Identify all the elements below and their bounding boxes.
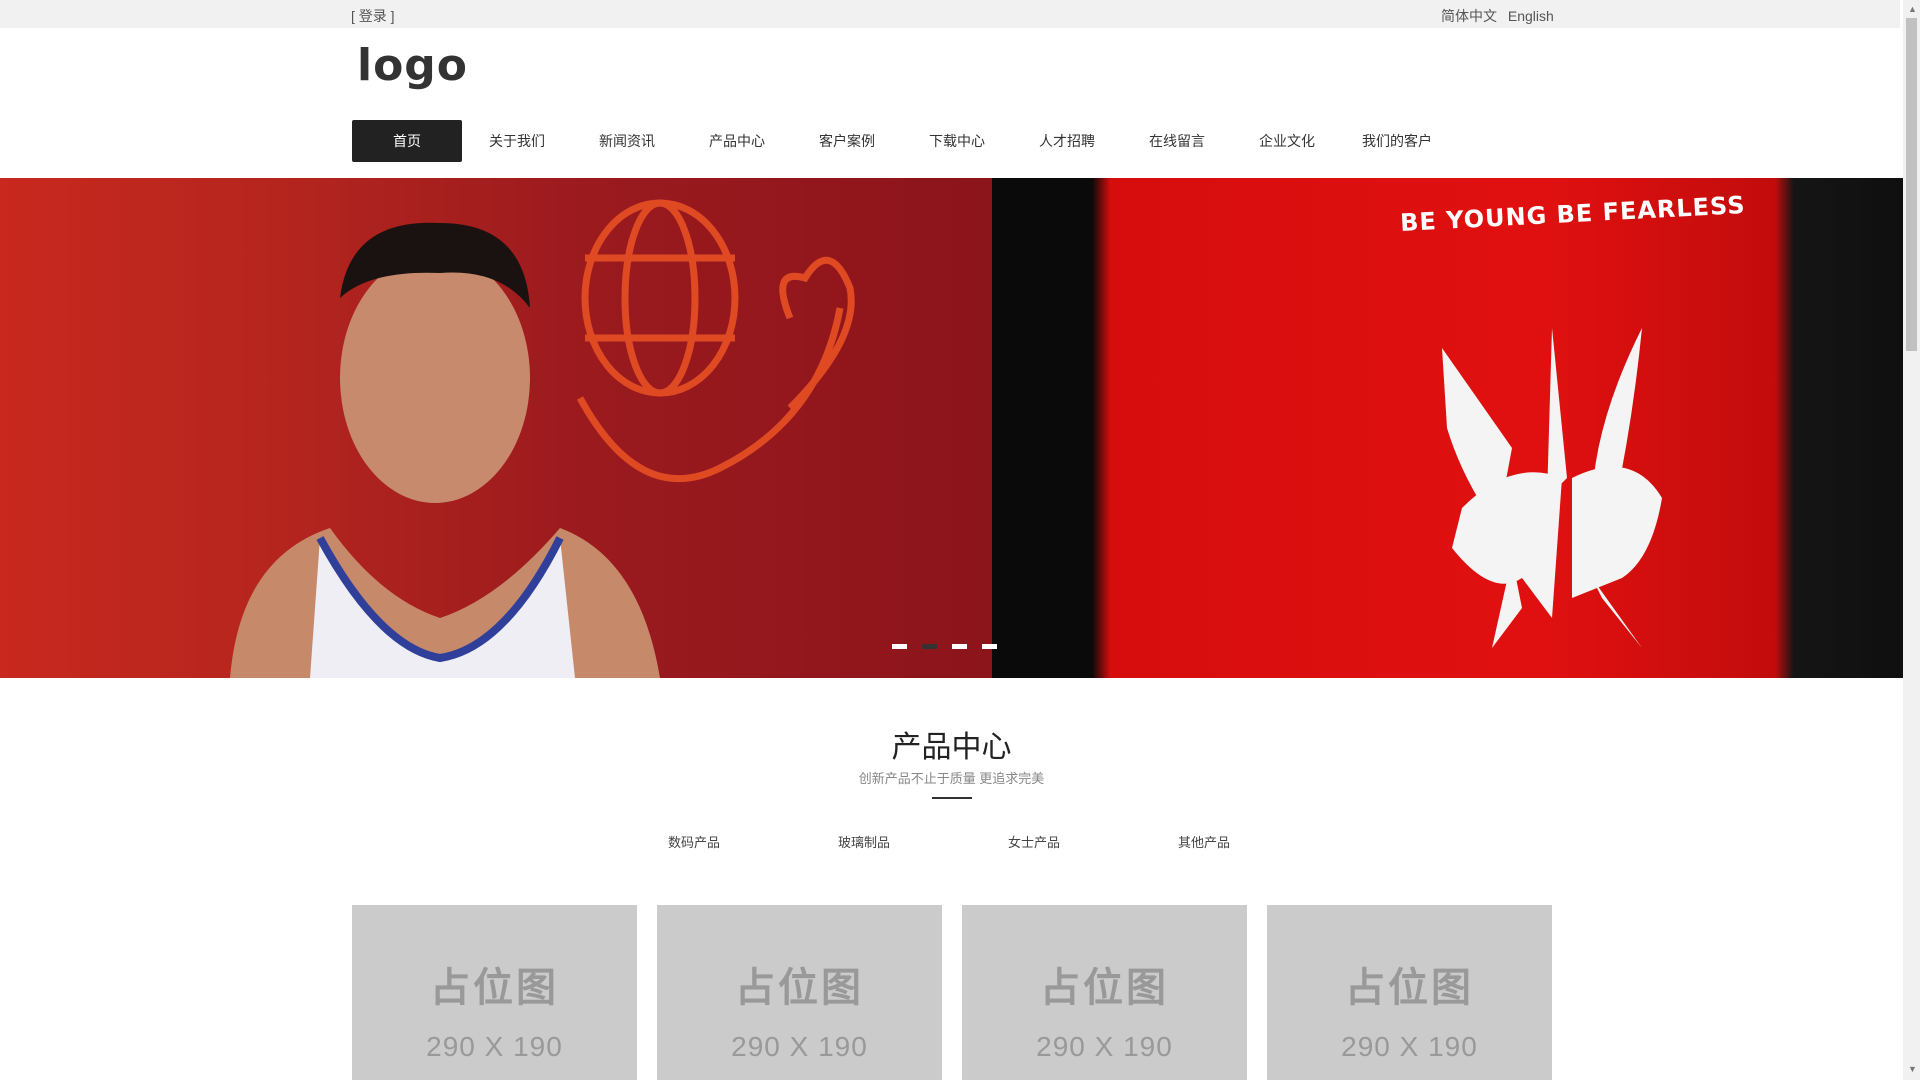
- scroll-up-arrow-icon[interactable]: ▲: [1908, 4, 1917, 14]
- placeholder-size: 290 X 190: [731, 1031, 868, 1062]
- product-card[interactable]: 占位图 290 X 190: [962, 905, 1247, 1080]
- banner-photo-right: [992, 178, 1903, 678]
- product-category-tabs: 数码产品 玻璃制品 女士产品 其他产品: [668, 832, 1348, 851]
- product-card[interactable]: 占位图 290 X 190: [352, 905, 637, 1080]
- placeholder-label: 占位图: [735, 966, 864, 1010]
- product-card[interactable]: 占位图 290 X 190: [657, 905, 942, 1080]
- nav-item-clients[interactable]: 我们的客户: [1342, 120, 1452, 162]
- nav-item-jobs[interactable]: 人才招聘: [1012, 120, 1122, 162]
- nav-item-products[interactable]: 产品中心: [682, 120, 792, 162]
- product-card[interactable]: 占位图 290 X 190: [1267, 905, 1552, 1080]
- login-link[interactable]: [ 登录 ]: [351, 6, 395, 26]
- nav-item-cases[interactable]: 客户案例: [792, 120, 902, 162]
- carousel-dot[interactable]: [892, 644, 907, 649]
- vertical-scrollbar[interactable]: ▲ ▼: [1903, 0, 1920, 1080]
- nav-item-downloads[interactable]: 下载中心: [902, 120, 1012, 162]
- section-title: 产品中心: [891, 731, 1012, 764]
- category-tab-women[interactable]: 女士产品: [1008, 832, 1178, 851]
- main-nav: 首页 关于我们 新闻资讯 产品中心 客户案例 下载中心 人才招聘 在线留言 企业…: [352, 120, 1452, 162]
- placeholder-label: 占位图: [1345, 966, 1474, 1010]
- section-subtitle: 创新产品不止于质量 更追求完美: [858, 771, 1045, 786]
- placeholder-label: 占位图: [1040, 966, 1169, 1010]
- nav-item-home[interactable]: 首页: [352, 120, 462, 162]
- product-grid: 占位图 290 X 190 占位图 290 X 190 占位图 290 X 19…: [352, 905, 1552, 1080]
- hero-banner[interactable]: BE YOUNG BE FEARLESS: [0, 178, 1903, 678]
- site-logo[interactable]: logo: [357, 40, 468, 91]
- lang-en-link[interactable]: English: [1508, 8, 1554, 24]
- carousel-dot-active[interactable]: [922, 644, 937, 649]
- banner-artwork-left: [230, 199, 855, 678]
- placeholder-size: 290 X 190: [1341, 1031, 1478, 1062]
- top-bar: [ 登录 ] 简体中文 English: [0, 0, 1900, 28]
- category-tab-digital[interactable]: 数码产品: [668, 832, 838, 851]
- nav-item-about[interactable]: 关于我们: [462, 120, 572, 162]
- carousel-dot[interactable]: [952, 644, 967, 649]
- language-switcher: 简体中文 English: [1441, 6, 1561, 26]
- category-tab-other[interactable]: 其他产品: [1178, 832, 1348, 851]
- nav-item-messages[interactable]: 在线留言: [1122, 120, 1232, 162]
- nav-item-culture[interactable]: 企业文化: [1232, 120, 1342, 162]
- placeholder-label: 占位图: [430, 966, 559, 1010]
- placeholder-size: 290 X 190: [426, 1031, 563, 1062]
- category-tab-glass[interactable]: 玻璃制品: [838, 832, 1008, 851]
- banner-logo-mark: [1442, 328, 1662, 648]
- nav-item-news[interactable]: 新闻资讯: [572, 120, 682, 162]
- banner-photo-left: [0, 178, 992, 678]
- lang-zh-link[interactable]: 简体中文: [1441, 8, 1497, 24]
- carousel-dots: [892, 644, 997, 649]
- placeholder-size: 290 X 190: [1036, 1031, 1173, 1062]
- scrollbar-thumb[interactable]: [1906, 18, 1917, 351]
- scroll-down-arrow-icon[interactable]: ▼: [1908, 1064, 1917, 1074]
- carousel-dot[interactable]: [982, 644, 997, 649]
- title-divider: [932, 797, 972, 799]
